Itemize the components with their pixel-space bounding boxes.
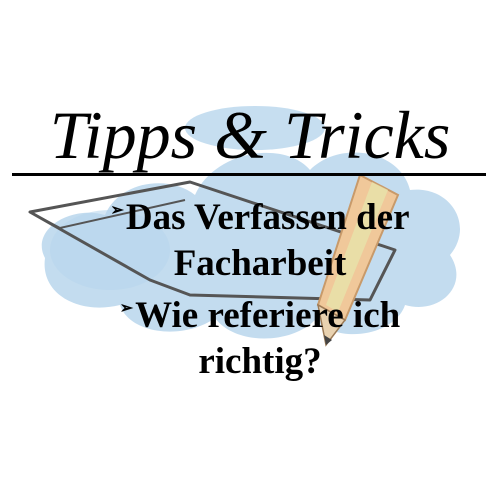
list-item-line: ➢Das Verfassen der <box>60 188 460 241</box>
page-title: Tipps & Tricks <box>49 97 451 173</box>
list-item-text-continued: richtig? <box>198 341 322 382</box>
list-item-text: Das Verfassen der <box>125 197 410 238</box>
list-item: ➢Das Verfassen der Facharbeit <box>60 188 460 287</box>
list-item-text-continued: Facharbeit <box>173 243 347 284</box>
list-item: ➢Wie referiere ich richtig? <box>60 286 460 385</box>
list-item-text: Wie referiere ich <box>135 295 401 336</box>
title-underline <box>12 173 486 176</box>
arrow-bullet-icon: ➢ <box>110 202 124 219</box>
arrow-bullet-icon: ➢ <box>119 300 134 317</box>
list-item-line: ➢Wie referiere ich <box>60 286 460 339</box>
